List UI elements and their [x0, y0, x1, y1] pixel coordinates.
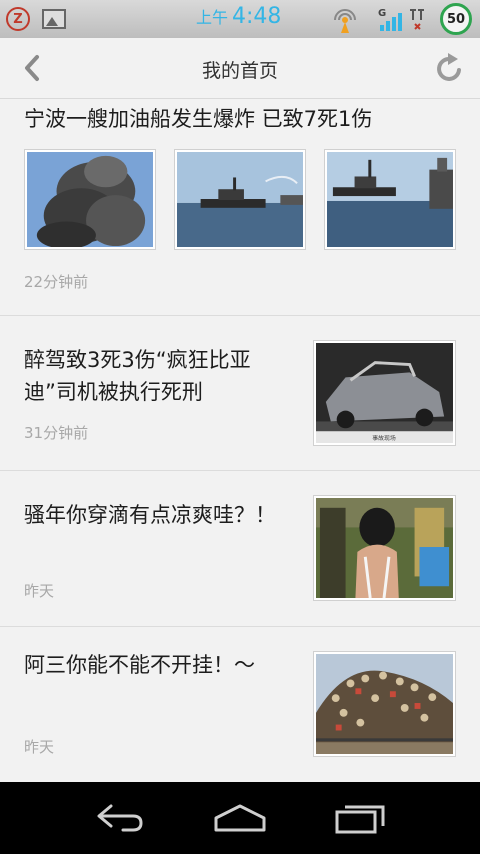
title-bar: 我的首页 [0, 38, 480, 99]
battery-icon: 50 [440, 3, 472, 35]
article-item[interactable]: 宁波一艘加油船发生爆炸 已致7死1伤 22分钟前 [0, 99, 480, 316]
wrecked-car-image: 事故现场 [316, 343, 453, 443]
recent-apps-icon [335, 805, 385, 834]
navigation-bar [0, 782, 480, 854]
tugboat-photo[interactable] [174, 149, 306, 250]
article-headline: 骚年你穿滴有点凉爽哇？！ [24, 503, 276, 527]
article-time: 31分钟前 [24, 424, 89, 442]
clock-time: 4:48 [232, 4, 282, 29]
overloaded-train-photo[interactable] [313, 651, 456, 757]
refresh-button[interactable] [430, 50, 470, 86]
smoke-image [27, 152, 153, 247]
article-item[interactable]: 骚年你穿滴有点凉爽哇？！ 昨天 [0, 471, 480, 627]
crowded-bus-photo[interactable] [313, 495, 456, 601]
article-time: 22分钟前 [24, 273, 89, 291]
nav-home-button[interactable] [210, 798, 270, 838]
smoke-photo[interactable] [24, 149, 156, 250]
overloaded-train-image [316, 654, 453, 754]
wrecked-car-photo[interactable]: 事故现场 [313, 340, 456, 446]
article-item[interactable]: 醉驾致3死3伤“疯狂比亚迪”司机被执行死刑 31分钟前 事故现场 [0, 316, 480, 471]
wifi-icon [410, 9, 424, 30]
tugboat-image [177, 152, 303, 247]
article-headline: 宁波一艘加油船发生爆炸 已致7死1伤 [24, 107, 373, 131]
page-title: 我的首页 [201, 60, 278, 82]
photo-caption: 事故现场 [372, 434, 396, 442]
status-bar: Z 上午 4:48 G 50 [0, 0, 480, 39]
crowded-bus-image [316, 498, 453, 598]
nav-recent-button[interactable] [330, 798, 390, 838]
antenna-icon [334, 9, 356, 33]
article-headline: 阿三你能不能不开挂！～ [24, 653, 255, 677]
status-clock: 上午 4:48 [196, 4, 281, 34]
signal-icon [380, 13, 402, 31]
nav-back-button[interactable] [90, 798, 150, 838]
article-item[interactable]: 阿三你能不能不开挂！～ 昨天 [0, 627, 480, 781]
ship-image [327, 152, 453, 247]
refresh-icon [437, 53, 461, 81]
article-headline: 醉驾致3死3伤“疯狂比亚迪”司机被执行死刑 [24, 348, 251, 404]
article-time: 昨天 [24, 738, 55, 756]
ship-photo[interactable] [324, 149, 456, 250]
article-time: 昨天 [24, 582, 55, 600]
home-nav-icon [214, 804, 266, 832]
back-nav-icon [97, 804, 143, 832]
notification-z-icon: Z [6, 7, 30, 31]
news-feed[interactable]: 宁波一艘加油船发生爆炸 已致7死1伤 22分钟前 醉驾致3死3伤“疯狂比亚迪”司… [0, 99, 480, 781]
clock-ampm: 上午 [196, 8, 229, 27]
gallery-icon [42, 9, 66, 29]
